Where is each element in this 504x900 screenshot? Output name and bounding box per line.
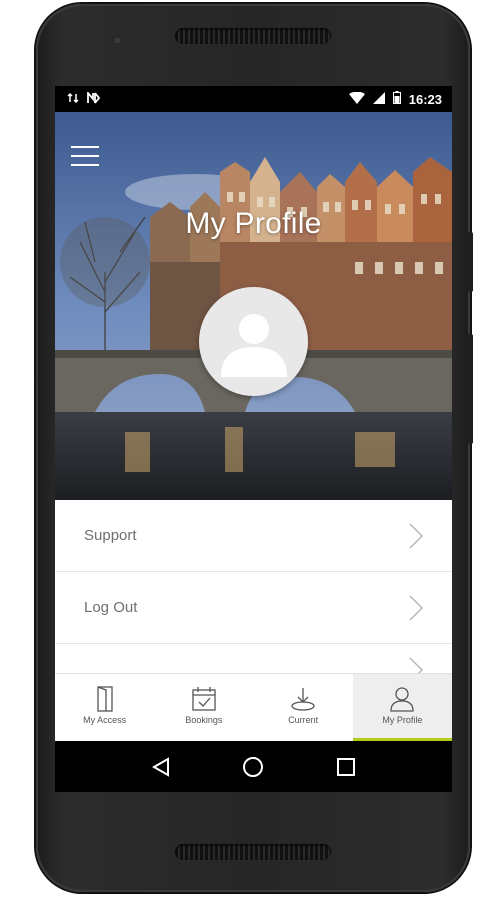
nfc-icon: [87, 90, 101, 107]
nav-label: My Access: [83, 715, 127, 725]
bottom-speaker: [175, 844, 331, 860]
system-navigation-bar: [55, 741, 452, 792]
phone-screen: 16:23 My Profile Support Log Out My Acce…: [55, 86, 452, 792]
bottom-navigation: My Access Bookings Current My Profile: [55, 673, 452, 741]
back-triangle-icon[interactable]: [146, 752, 176, 782]
support-row[interactable]: Support: [55, 500, 452, 572]
battery-icon: [392, 91, 401, 107]
data-transfer-icon: [67, 92, 79, 107]
profile-menu-list: Support Log Out: [55, 500, 452, 683]
nav-current[interactable]: Current: [254, 674, 353, 741]
cell-signal-icon: [372, 91, 385, 107]
log-out-row[interactable]: Log Out: [55, 572, 452, 644]
nav-my-profile[interactable]: My Profile: [352, 674, 452, 741]
wifi-icon: [348, 91, 365, 107]
profile-hero: My Profile: [55, 112, 452, 500]
status-bar: 16:23: [55, 86, 452, 112]
power-button: [468, 232, 473, 292]
front-camera: [113, 36, 122, 45]
home-circle-icon[interactable]: [238, 752, 268, 782]
nav-label: Bookings: [185, 715, 223, 725]
volume-button: [468, 334, 473, 444]
status-time: 16:23: [408, 91, 442, 107]
log-out-label: Log Out: [84, 599, 138, 616]
chevron-right-icon: [409, 595, 424, 621]
nav-my-access[interactable]: My Access: [55, 674, 154, 741]
download-tray-icon: [291, 688, 315, 711]
nav-label: Current: [288, 715, 319, 725]
calendar-check-icon: [192, 687, 216, 711]
top-speaker: [175, 28, 331, 44]
recents-square-icon[interactable]: [331, 752, 361, 782]
chevron-right-icon: [409, 523, 424, 549]
user-placeholder-icon: [220, 313, 287, 377]
nav-label: My Profile: [382, 715, 423, 725]
person-icon: [390, 687, 415, 712]
door-icon: [96, 686, 113, 712]
avatar[interactable]: [199, 287, 308, 396]
nav-bookings[interactable]: Bookings: [154, 674, 253, 741]
support-label: Support: [84, 527, 137, 544]
list-item[interactable]: [55, 644, 452, 683]
page-title: My Profile: [185, 207, 322, 240]
hamburger-menu-icon[interactable]: [71, 146, 99, 170]
